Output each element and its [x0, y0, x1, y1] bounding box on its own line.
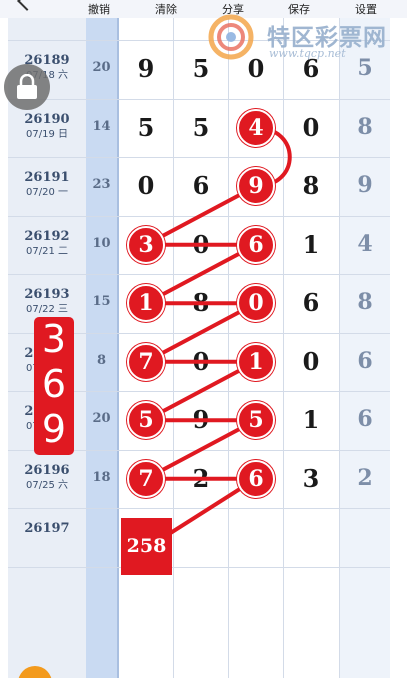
digit-cell[interactable]: 6 — [174, 171, 228, 200]
issue-number: 26197 — [24, 521, 70, 537]
issue-cell: 26190 07/19 日 — [8, 112, 86, 142]
digit-cell[interactable]: 9 — [174, 405, 228, 434]
row-divider — [8, 157, 390, 158]
digit-cell[interactable]: 3 — [284, 464, 338, 493]
sum-value: 14 — [92, 118, 111, 134]
issue-number: 26196 — [24, 462, 70, 478]
back-icon[interactable] — [17, 0, 37, 11]
row-divider — [8, 566, 390, 568]
tail-value: 9 — [357, 172, 373, 199]
logo-icon — [208, 14, 254, 60]
digit-cell[interactable]: 9 — [119, 54, 173, 83]
issue-cell: 26192 07/21 二 — [8, 229, 86, 259]
highlight-ball[interactable]: 4 — [237, 108, 275, 147]
lock-button[interactable] — [4, 64, 50, 110]
digit-cell[interactable]: 0 — [174, 347, 228, 376]
sum-value: 10 — [92, 235, 111, 251]
issue-cell: 26196 07/25 六 — [8, 463, 86, 493]
row-divider — [8, 274, 390, 275]
issue-date: 07/21 二 — [26, 245, 68, 257]
issue-number: 26192 — [24, 228, 70, 244]
highlight-ball[interactable]: 1 — [127, 284, 165, 323]
tail-value: 8 — [357, 289, 373, 316]
sum-value: 18 — [92, 469, 111, 485]
highlight-ball[interactable]: 3 — [127, 225, 165, 264]
highlight-ball[interactable]: 5 — [127, 401, 165, 440]
issue-cell: 26193 07/22 三 — [8, 287, 86, 317]
sum-value: 20 — [92, 60, 111, 76]
highlight-ball[interactable]: 9 — [237, 167, 275, 206]
badge-369: 3 6 9 — [34, 317, 74, 455]
sum-value: 20 — [92, 411, 111, 427]
highlight-ball[interactable]: 6 — [237, 225, 275, 264]
badge-digit: 3 — [41, 317, 67, 361]
issue-date: 07/22 三 — [26, 304, 68, 316]
sum-value: 8 — [96, 352, 107, 368]
digit-cell[interactable]: 8 — [174, 288, 228, 317]
digit-cell[interactable]: 8 — [284, 171, 338, 200]
issue-cell: 26191 07/20 一 — [8, 170, 86, 200]
highlight-ball[interactable]: 1 — [237, 342, 275, 381]
issue-number: 26193 — [24, 287, 70, 303]
sum-value: 23 — [92, 177, 111, 193]
tail-value: 8 — [357, 113, 373, 140]
issue-cell: 26197 — [8, 521, 86, 537]
row-divider — [8, 98, 390, 100]
digit-cell[interactable]: 0 — [174, 230, 228, 259]
digit-cell[interactable]: 0 — [284, 347, 338, 376]
digit-cell[interactable]: 5 — [119, 113, 173, 142]
highlight-ball[interactable]: 0 — [237, 284, 275, 323]
highlight-ball[interactable]: 7 — [127, 342, 165, 381]
row-divider — [8, 508, 390, 509]
sum-value: 15 — [92, 294, 111, 310]
issue-date: 07/19 日 — [26, 128, 68, 140]
row-divider — [8, 215, 390, 217]
clear-button[interactable]: 清除 — [155, 1, 177, 17]
digit-cell[interactable]: 2 — [174, 464, 228, 493]
highlight-ball[interactable]: 6 — [237, 459, 275, 498]
badge-digit: 9 — [41, 407, 67, 451]
issue-number: 26191 — [24, 170, 70, 186]
tail-value: 6 — [357, 406, 373, 433]
tail-value: 4 — [357, 230, 373, 257]
issue-date: 07/25 六 — [26, 479, 68, 491]
issue-date: 07/20 一 — [26, 187, 68, 199]
highlight-ball[interactable]: 5 — [237, 401, 275, 440]
digit-cell[interactable]: 0 — [284, 113, 338, 142]
digit-cell[interactable]: 6 — [284, 288, 338, 317]
undo-button[interactable]: 撤销 — [88, 1, 110, 17]
watermark-url: www.tqcp.net — [269, 47, 346, 60]
digit-cell[interactable]: 1 — [284, 230, 338, 259]
tail-value: 2 — [357, 464, 373, 491]
digit-cell[interactable]: 1 — [284, 405, 338, 434]
tail-value: 6 — [357, 347, 373, 374]
digit-cell[interactable]: 0 — [119, 171, 173, 200]
sum-column — [86, 18, 118, 678]
lock-icon — [17, 74, 37, 99]
watermark: 特区彩票网 www.tqcp.net — [205, 12, 405, 62]
badge-digit: 6 — [41, 362, 67, 406]
highlight-ball[interactable]: 7 — [127, 459, 165, 498]
prediction-box: 258 — [121, 518, 172, 575]
digit-cell[interactable]: 5 — [174, 113, 228, 142]
issue-number: 26190 — [24, 111, 70, 127]
chart-stage: 撤销 清除 分享 保存 设置 2618907/18 六2095065261900… — [0, 0, 407, 678]
